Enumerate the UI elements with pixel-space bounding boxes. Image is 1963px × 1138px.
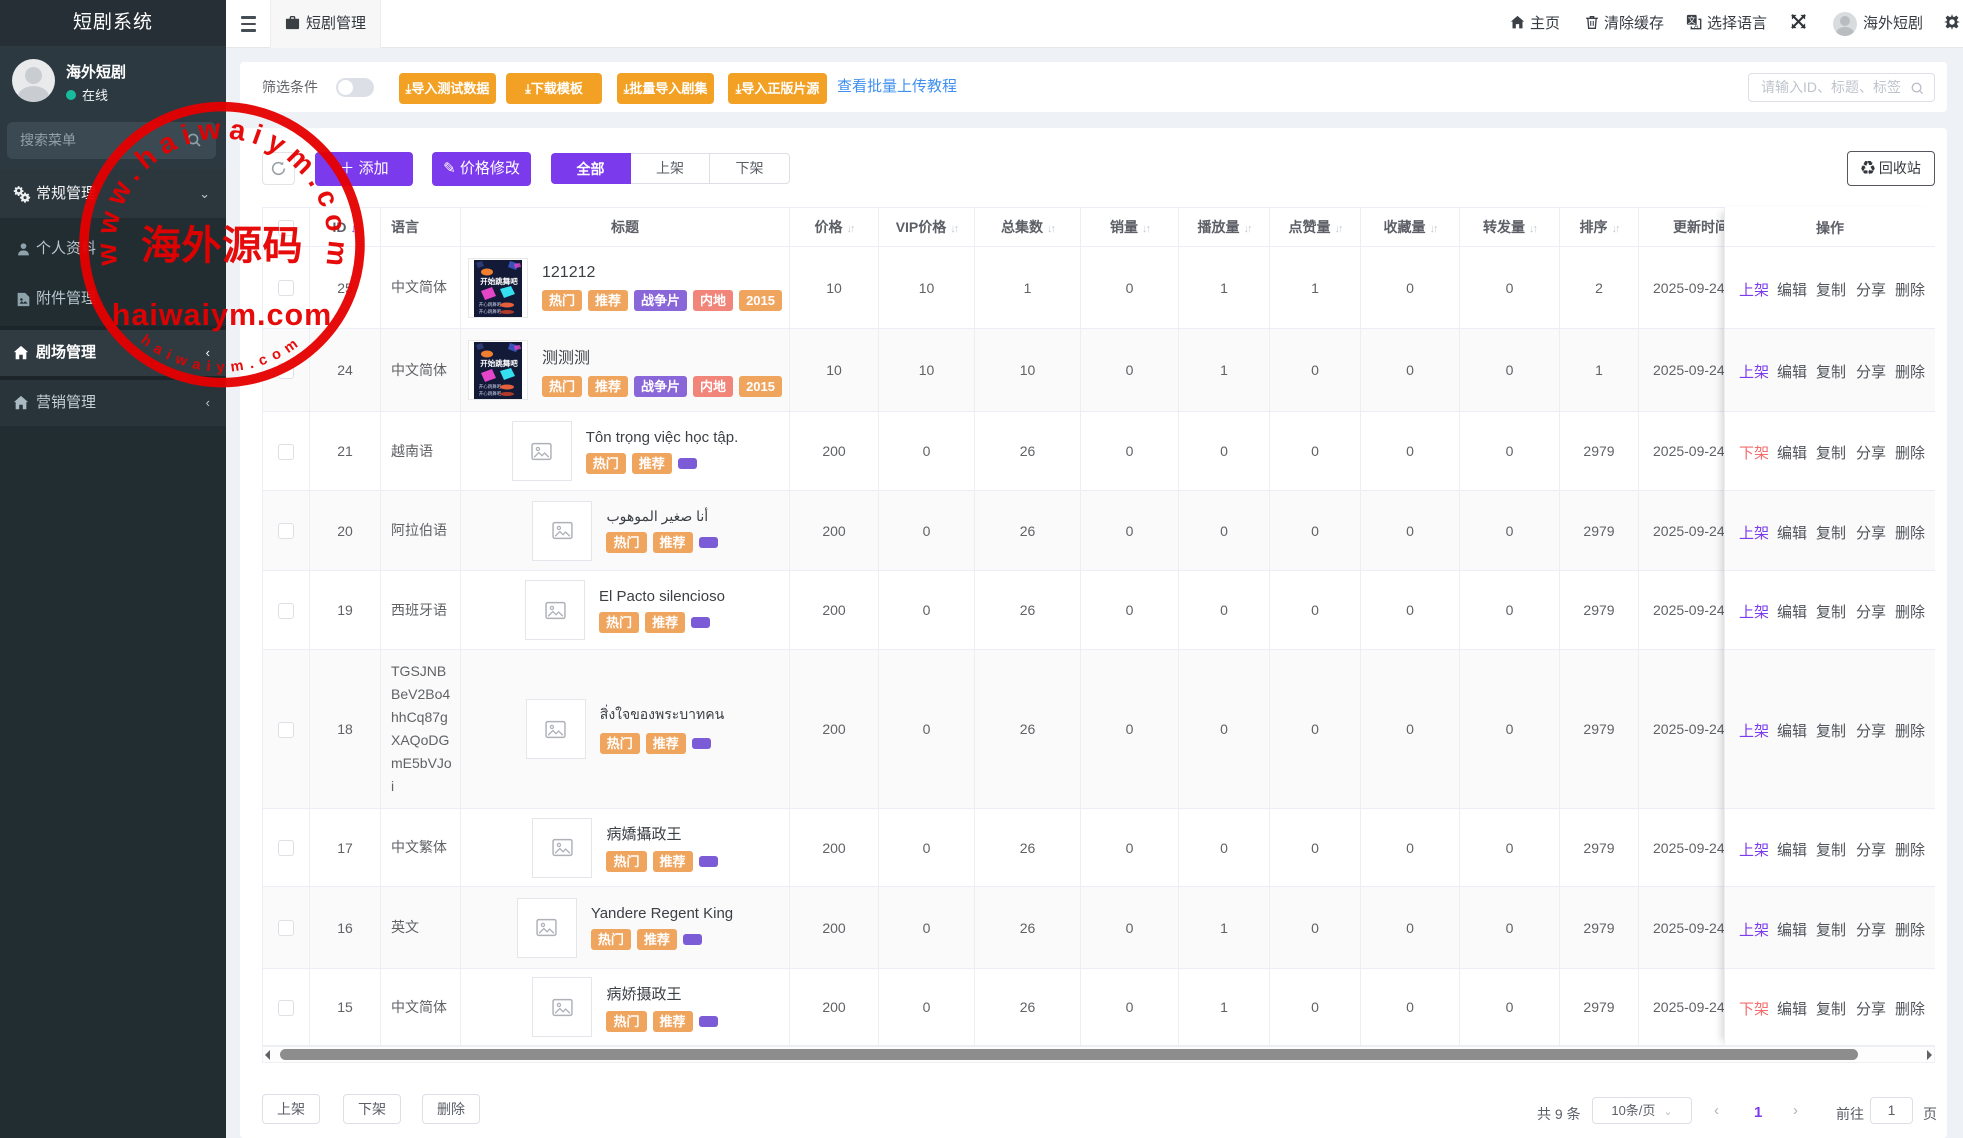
svg-text:开始跳舞吧: 开始跳舞吧 [480,358,518,368]
svg-text:开心跳舞吧: 开心跳舞吧 [479,301,502,308]
svg-text:开心跳舞吧: 开心跳舞吧 [479,308,502,315]
svg-text:开心跳舞吧: 开心跳舞吧 [479,383,502,390]
svg-text:海外源码: 海外源码 [141,224,303,268]
svg-text:开心跳舞吧: 开心跳舞吧 [479,390,502,397]
svg-text:开始跳舞吧: 开始跳舞吧 [480,276,518,286]
svg-text:haiwaiym.com: haiwaiym.com [112,298,333,332]
